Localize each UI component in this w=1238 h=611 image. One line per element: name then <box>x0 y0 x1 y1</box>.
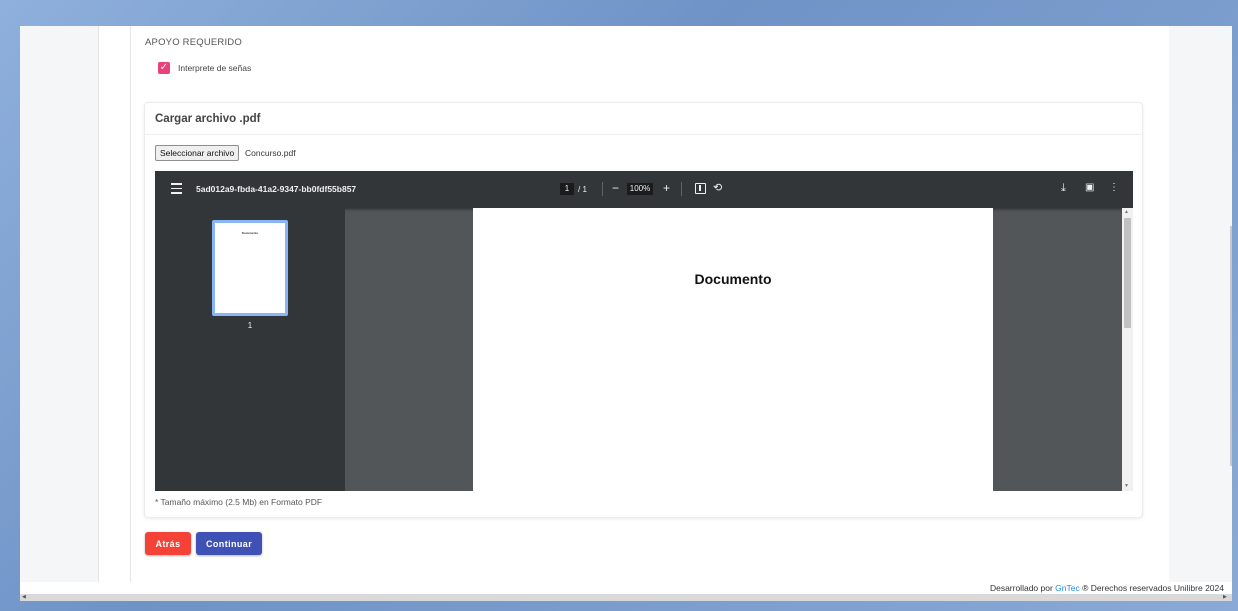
browser-viewport: APOYO REQUERIDO ✓ Interprete de señas Ca… <box>20 26 1232 601</box>
scroll-up-icon[interactable]: ▲ <box>1124 209 1129 215</box>
back-button[interactable]: Atrás <box>145 532 191 555</box>
print-icon[interactable]: ▣ <box>1085 181 1094 195</box>
page-number-input[interactable]: 1 <box>560 183 574 195</box>
scroll-left-icon[interactable]: ◀ <box>22 594 26 601</box>
continue-button[interactable]: Continuar <box>196 532 262 555</box>
page-total: / 1 <box>578 185 587 194</box>
file-size-note: * Tamaño máximo (2.5 Mb) en Formato PDF <box>155 497 323 507</box>
upload-card-title: Cargar archivo .pdf <box>155 113 261 125</box>
pdf-document-title: 5ad012a9-fbda-41a2-9347-bb0fdf55b857 <box>196 184 357 194</box>
content-border <box>130 26 131 582</box>
sign-language-label[interactable]: Interprete de señas <box>178 63 251 73</box>
horizontal-scrollbar[interactable]: ◀ ▶ <box>20 594 1232 601</box>
right-scroll-track[interactable] <box>1230 226 1232 466</box>
sign-language-checkbox[interactable]: ✓ <box>158 62 170 74</box>
zoom-level-input[interactable]: 100% <box>627 183 653 195</box>
zoom-in-icon[interactable]: + <box>663 181 670 195</box>
scroll-down-icon[interactable]: ▼ <box>1124 483 1129 489</box>
left-panel-border <box>98 26 99 582</box>
pdf-toolbar: 5ad012a9-fbda-41a2-9347-bb0fdf55b857 1 /… <box>155 171 1133 208</box>
selected-file-name: Concurso.pdf <box>245 148 296 158</box>
zoom-out-icon[interactable]: − <box>612 181 619 195</box>
check-icon: ✓ <box>159 62 169 73</box>
section-label-support: APOYO REQUERIDO <box>145 37 242 48</box>
left-side-panel <box>20 26 98 582</box>
more-vert-icon[interactable]: ⋮ <box>1109 181 1119 195</box>
fit-page-icon[interactable] <box>695 183 706 194</box>
thumbnail-sidebar: Documento 1 <box>155 208 345 491</box>
pdf-vertical-scrollbar[interactable]: ▲ ▼ <box>1122 208 1133 491</box>
footer-link-gntec[interactable]: GnTec <box>1055 583 1080 593</box>
rotate-icon[interactable]: ⟲ <box>713 181 722 195</box>
pdf-page-heading: Documento <box>694 271 772 287</box>
right-side-panel <box>1169 26 1232 582</box>
thumbnail-page-number: 1 <box>247 321 253 330</box>
download-icon[interactable]: ⤓ <box>1061 181 1066 195</box>
menu-icon[interactable] <box>171 183 182 194</box>
thumbnail-heading: Documento <box>241 231 259 235</box>
pdf-page: Documento <box>473 208 993 491</box>
select-file-button[interactable]: Seleccionar archivo <box>155 145 240 161</box>
card-divider <box>145 134 1142 135</box>
footer-prefix: Desarrollado por <box>989 583 1053 593</box>
toolbar-separator <box>602 182 603 196</box>
footer-suffix: ® Derechos reservados Unilibre 2024 <box>1082 583 1224 593</box>
scroll-right-icon[interactable]: ▶ <box>1223 594 1227 601</box>
upload-card: Cargar archivo .pdf Seleccionar archivo … <box>144 102 1143 518</box>
toolbar-separator <box>681 182 682 196</box>
page-thumbnail[interactable]: Documento <box>212 220 288 316</box>
pdf-viewer: 5ad012a9-fbda-41a2-9347-bb0fdf55b857 1 /… <box>155 171 1133 491</box>
scrollbar-thumb[interactable] <box>1124 218 1131 328</box>
